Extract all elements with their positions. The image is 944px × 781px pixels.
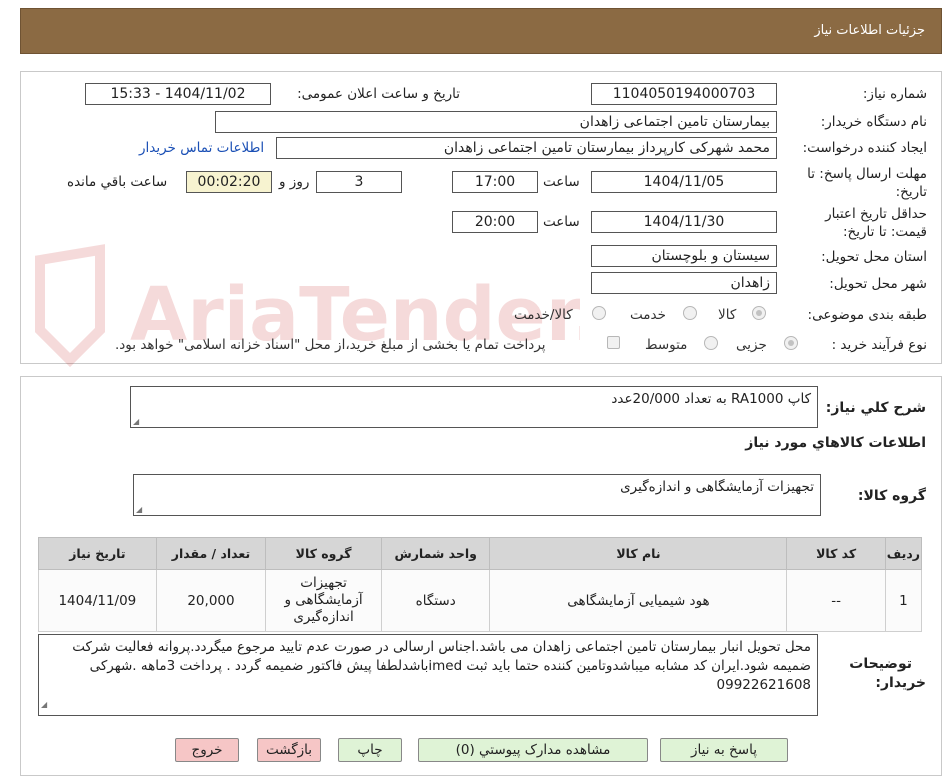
- remaining-label: ساعت باقي مانده: [67, 174, 168, 190]
- announce-label: تاریخ و ساعت اعلان عمومی:: [297, 86, 460, 102]
- buyer-org-label: نام دستگاه خریدار:: [820, 114, 927, 130]
- reply-deadline-label-2: تاریخ:: [895, 184, 927, 200]
- purchase-minor-radio[interactable]: [784, 336, 798, 350]
- validity-date-field: 1404/11/30: [591, 211, 777, 233]
- col-date: تاریخ نیاز: [38, 537, 157, 570]
- notes-field: محل تحویل انبار بیمارستان تامین اجتماعی …: [38, 634, 818, 716]
- goods-section-title: اطلاعات کالاهاي مورد نیاز: [745, 435, 926, 451]
- purchase-medium-radio[interactable]: [704, 336, 718, 350]
- summary-text: کاپ RA1000 به تعداد 20/000عدد: [611, 391, 811, 407]
- category-goods-radio[interactable]: [752, 306, 766, 320]
- table-header-row: ردیف کد کالا نام کالا واحد شمارش گروه کا…: [38, 537, 923, 570]
- cell-quantity: 20,000: [155, 569, 267, 632]
- page-header: جزئیات اطلاعات نیاز: [20, 8, 942, 54]
- goods-group-field: تجهیزات آزمایشگاهی و اندازه‌گیری ◢: [133, 474, 821, 516]
- price-validity-label-1: حداقل تاریخ اعتبار: [825, 206, 927, 222]
- resize-grip-icon: ◢: [41, 700, 48, 709]
- resize-grip-icon: ◢: [136, 505, 143, 514]
- price-validity-label-2: قیمت: تا تاریخ:: [843, 224, 927, 240]
- reply-deadline-label-1: مهلت ارسال پاسخ: تا: [807, 166, 927, 182]
- reply-time-label: ساعت: [543, 174, 580, 190]
- exit-button[interactable]: خروج: [175, 738, 239, 762]
- cell-unit: دستگاه: [380, 569, 491, 632]
- reply-date-field: 1404/11/05: [591, 171, 777, 193]
- page-title: جزئیات اطلاعات نیاز: [814, 23, 925, 38]
- col-row: ردیف: [884, 537, 923, 570]
- treasury-payment-note: پرداخت تمام یا بخشی از مبلغ خرید،از محل …: [115, 337, 546, 353]
- notes-text: محل تحویل انبار بیمارستان تامین اجتماعی …: [72, 639, 811, 693]
- purchase-minor-label: جزیی: [736, 337, 767, 353]
- city-label: شهر محل تحویل:: [829, 276, 927, 292]
- validity-time-label: ساعت: [543, 214, 580, 230]
- back-button[interactable]: بازگشت: [257, 738, 321, 762]
- summary-label: شرح کلي نیاز:: [825, 400, 926, 416]
- col-unit: واحد شمارش: [380, 537, 491, 570]
- days-label: روز و: [279, 174, 310, 190]
- category-label: طبقه بندی موضوعی:: [807, 307, 927, 323]
- notes-label-2: خریدار:: [875, 675, 926, 691]
- category-service-label: خدمت: [630, 307, 666, 323]
- category-service-radio[interactable]: [683, 306, 697, 320]
- summary-field: کاپ RA1000 به تعداد 20/000عدد ◢: [130, 386, 818, 428]
- days-field: 3: [316, 171, 402, 193]
- announce-field: 1404/11/02 - 15:33: [85, 83, 271, 105]
- cell-row: 1: [884, 569, 923, 632]
- city-field: زاهدان: [591, 272, 777, 294]
- col-code: کد کالا: [786, 537, 886, 570]
- cell-group: تجهیزات آزمایشگاهی و اندازه‌گیری: [265, 569, 382, 632]
- category-goods-label: کالا: [718, 307, 737, 323]
- reply-button[interactable]: پاسخ به نیاز: [660, 738, 788, 762]
- attachments-button[interactable]: مشاهده مدارک پیوستي (0): [418, 738, 648, 762]
- province-label: استان محل تحویل:: [821, 249, 927, 265]
- col-group: گروه کالا: [265, 537, 382, 570]
- col-quantity: تعداد / مقدار: [155, 537, 267, 570]
- remaining-time-field: 00:02:20: [186, 171, 272, 193]
- goods-group-text: تجهیزات آزمایشگاهی و اندازه‌گیری: [620, 479, 814, 495]
- print-button[interactable]: چاپ: [338, 738, 402, 762]
- requester-field: محمد شهرکی کارپرداز بیمارستان تامین اجتم…: [276, 137, 777, 159]
- goods-group-label: گروه کالا:: [857, 488, 926, 504]
- validity-time-field: 20:00: [452, 211, 538, 233]
- resize-grip-icon: ◢: [133, 417, 140, 426]
- buyer-contact-link[interactable]: اطلاعات تماس خریدار: [139, 140, 264, 156]
- category-both-radio[interactable]: [592, 306, 606, 320]
- col-name: نام کالا: [489, 537, 788, 570]
- requester-label: ایجاد کننده درخواست:: [802, 140, 927, 156]
- province-field: سیستان و بلوچستان: [591, 245, 777, 267]
- notes-label-1: توضیحات: [849, 656, 912, 672]
- purchase-type-label: نوع فرآیند خرید :: [831, 337, 927, 353]
- table-row: 1 -- هود شیمیایی آزمایشگاهی دستگاه تجهیز…: [38, 569, 923, 632]
- treasury-payment-checkbox[interactable]: [607, 336, 620, 349]
- category-both-label: کالا/خدمت: [514, 307, 573, 323]
- reply-time-field: 17:00: [452, 171, 538, 193]
- cell-name: هود شیمیایی آزمایشگاهی: [489, 569, 788, 632]
- need-number-field: 1104050194000703: [591, 83, 777, 105]
- cell-date: 1404/11/09: [38, 569, 157, 632]
- need-number-label: شماره نیاز:: [862, 86, 927, 102]
- cell-code: --: [786, 569, 886, 632]
- purchase-medium-label: متوسط: [645, 337, 688, 353]
- buyer-org-field: بیمارستان تامین اجتماعی زاهدان: [215, 111, 777, 133]
- goods-table: ردیف کد کالا نام کالا واحد شمارش گروه کا…: [38, 537, 923, 632]
